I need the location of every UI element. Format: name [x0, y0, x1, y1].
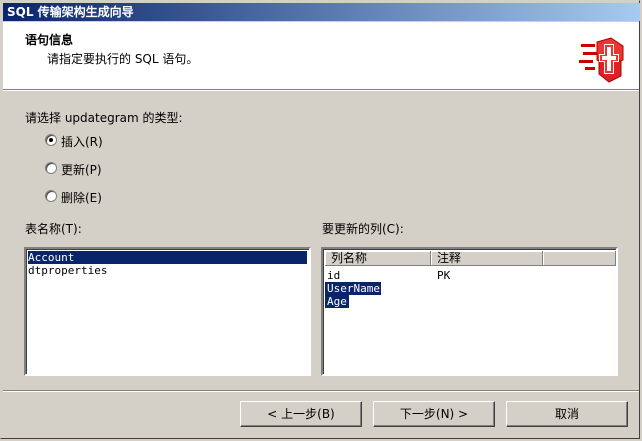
table-name-label: 表名称(T): — [25, 222, 82, 236]
list-item[interactable]: Account — [28, 251, 307, 264]
update-radio-label[interactable]: 更新(P) — [61, 161, 102, 178]
insert-radio[interactable] — [45, 134, 57, 146]
table-row-name[interactable]: UserName — [325, 282, 381, 295]
list-item[interactable]: dtproperties — [28, 264, 107, 277]
page-subtitle: 请指定要执行的 SQL 语句。 — [47, 52, 199, 66]
delete-radio-label[interactable]: 删除(E) — [61, 189, 102, 206]
header-divider — [3, 90, 639, 91]
footer-divider-highlight — [3, 391, 639, 392]
column-header-note[interactable]: 注释 — [431, 251, 543, 266]
table-listbox[interactable]: Account dtproperties — [24, 247, 311, 376]
next-button[interactable]: 下一步(N) > — [373, 401, 495, 427]
page-title: 语句信息 — [25, 33, 74, 47]
delete-radio[interactable] — [45, 190, 57, 202]
wizard-window: SQL 传输架构生成向导 语句信息 请指定要执行的 SQL 语句。 请选择 up… — [0, 0, 640, 439]
table-row-name[interactable]: Age — [325, 295, 349, 308]
cancel-button[interactable]: 取消 — [506, 401, 628, 427]
wizard-logo-icon — [579, 37, 624, 83]
columns-listview[interactable]: 列名称 注释 id PK UserName Age — [321, 247, 618, 376]
wizard-header: 语句信息 请指定要执行的 SQL 语句。 — [3, 22, 639, 90]
title-bar[interactable]: SQL 传输架构生成向导 — [3, 3, 640, 21]
type-prompt-label: 请选择 updategram 的类型: — [25, 111, 183, 125]
columns-label: 要更新的列(C): — [322, 222, 404, 236]
table-row-note: PK — [437, 269, 451, 282]
column-header-filler — [543, 251, 616, 266]
insert-radio-label[interactable]: 插入(R) — [61, 133, 103, 150]
back-button[interactable]: < 上一步(B) — [240, 401, 362, 427]
update-radio[interactable] — [45, 162, 57, 174]
column-header-name[interactable]: 列名称 — [325, 251, 431, 266]
window-title: SQL 传输架构生成向导 — [7, 5, 134, 19]
table-row-name[interactable]: id — [327, 269, 340, 282]
